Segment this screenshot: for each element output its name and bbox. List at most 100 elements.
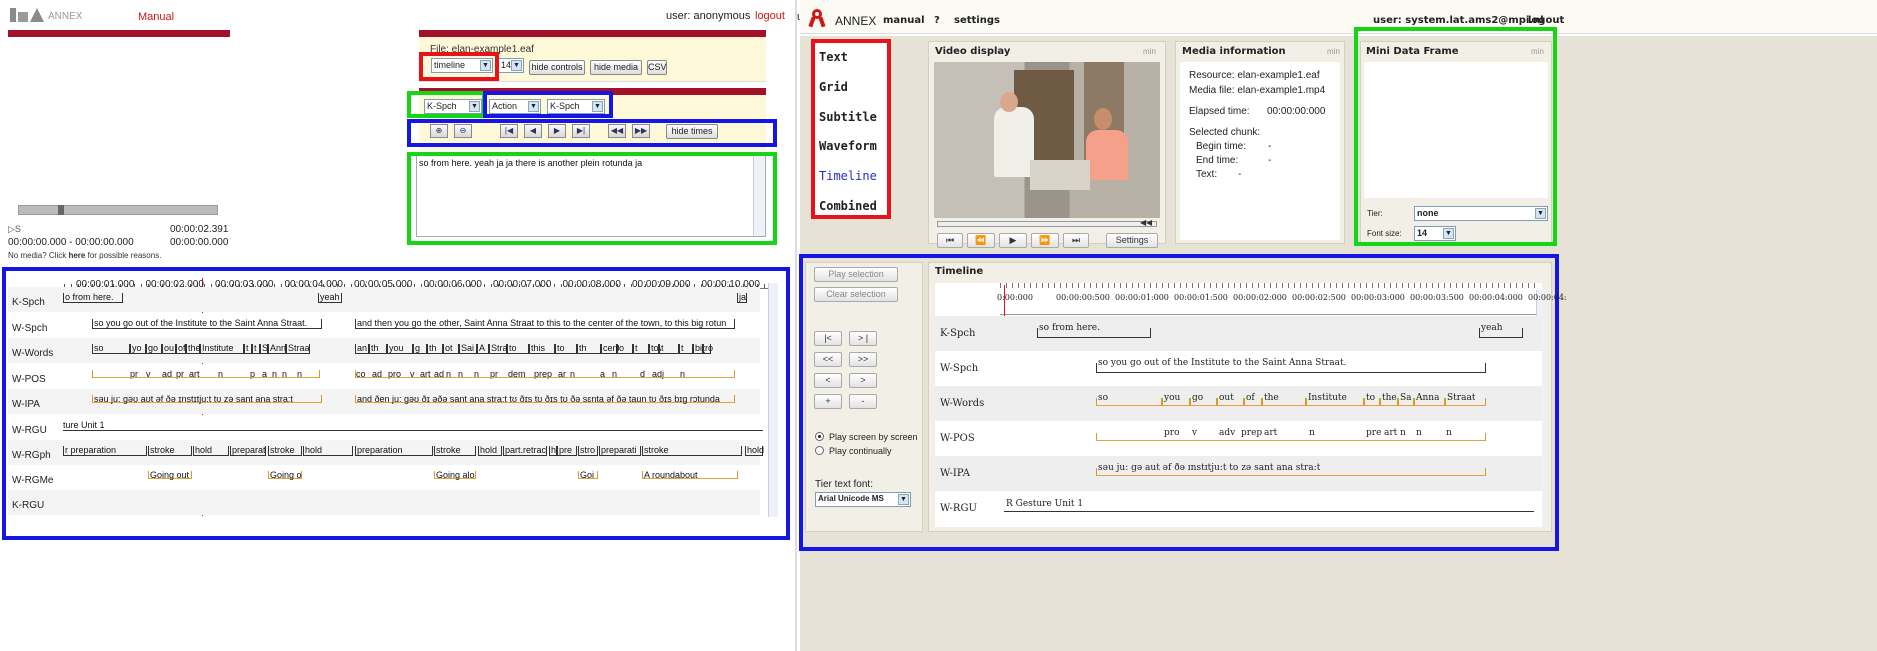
player-scrubber[interactable] [58, 205, 64, 215]
view-tab-text[interactable]: Text [819, 50, 848, 64]
annotation-text[interactable]: hold [195, 445, 212, 455]
annotation-text[interactable]: yeah [320, 292, 340, 302]
video-settings-button[interactable]: Settings [1106, 233, 1158, 248]
help-link[interactable]: ? [934, 15, 940, 26]
right-pos-text[interactable]: n [1309, 428, 1315, 438]
view-tab-waveform[interactable]: Waveform [819, 139, 877, 153]
right-annotation-text[interactable]: so [1098, 393, 1108, 403]
annotation-text[interactable]: to [509, 343, 517, 353]
right-pos-text[interactable]: n [1400, 428, 1406, 438]
annotation-text[interactable]: Sai [461, 343, 474, 353]
annotation-text[interactable]: Stra [491, 343, 508, 353]
annotation-text[interactable]: part.retrac [505, 445, 546, 455]
no-media-link[interactable]: here [68, 251, 85, 260]
right-pos-text[interactable]: n [1416, 428, 1422, 438]
annotation-text[interactable]: səu ju: gəʊ aʊt əf ðə ɪnstɪtju:t tʊ zə s… [94, 394, 293, 404]
annotation-text[interactable]: hold [305, 445, 322, 455]
annotation-text[interactable]: stroke [644, 445, 669, 455]
video-prev-button[interactable]: ⏪ [967, 233, 995, 248]
annotation-text[interactable]: th [429, 343, 437, 353]
annotation-text[interactable]: and ðen ju: gəʊ ðɪ əðə sant ana stra:t t… [357, 394, 720, 404]
nav-button[interactable]: >> [849, 352, 877, 367]
annotation-text[interactable]: t [635, 343, 638, 353]
annotation-text[interactable]: preparat [232, 445, 266, 455]
annotation-text[interactable]: so you go out of the Institute to the Sa… [94, 318, 307, 328]
video-seekbar-track[interactable] [937, 221, 1157, 227]
annotation-text[interactable]: of [178, 343, 186, 353]
annotation-text[interactable]: yo [132, 343, 142, 353]
video-min[interactable]: min [1143, 47, 1156, 56]
video-next-button[interactable]: ⏩ [1031, 233, 1059, 248]
right-annotation-text[interactable]: səu ju: gə aut əf ðə ɪnstɪtju:t to zə sa… [1098, 463, 1320, 473]
right-pos-text[interactable]: prep [1241, 428, 1262, 438]
annotation-text[interactable]: rotunde [705, 343, 713, 353]
annotation-text[interactable]: A [479, 343, 485, 353]
right-annotation-text[interactable]: so you go out of the Institute to the Sa… [1098, 358, 1346, 368]
nav-button[interactable]: - [849, 394, 877, 409]
right-rgu-text[interactable]: R Gesture Unit 1 [1006, 499, 1083, 509]
nav-button[interactable]: > | [849, 331, 877, 346]
annotation-text[interactable]: this [531, 343, 545, 353]
annotation-text[interactable]: h [551, 445, 556, 455]
annotation-text[interactable]: preparation [357, 445, 403, 455]
right-pos-bracket[interactable] [1096, 433, 1486, 441]
right-pos-text[interactable]: art [1384, 428, 1397, 438]
annotation-text[interactable]: stroke [150, 445, 175, 455]
annotation-text[interactable]: Going o [270, 470, 302, 480]
right-annotation-text[interactable]: you [1164, 393, 1180, 403]
annotation-text[interactable]: stroke [436, 445, 461, 455]
right-logout-link[interactable]: logout [1528, 15, 1564, 26]
nav-button[interactable]: < [814, 373, 842, 388]
nav-button[interactable]: > [849, 373, 877, 388]
video-last-button[interactable]: ⏭ [1063, 233, 1089, 248]
right-annotation-text[interactable]: go [1192, 393, 1203, 403]
pos-bracket[interactable] [92, 370, 320, 378]
annotation-text[interactable]: go [148, 343, 158, 353]
nav-button[interactable]: + [814, 394, 842, 409]
annotation-text[interactable]: an [357, 343, 367, 353]
annotation-text[interactable]: t [661, 343, 664, 353]
nav-button[interactable]: << [814, 352, 842, 367]
right-annotation-text[interactable]: Anna [1416, 393, 1439, 403]
right-annotation-text[interactable]: Straat [1447, 393, 1475, 403]
right-annotation-text[interactable]: the [1382, 393, 1397, 403]
right-annotation-text[interactable]: so from here. [1039, 323, 1100, 333]
volume-icon[interactable]: ◀◀ [1140, 218, 1152, 227]
annotation-text[interactable]: hold [747, 445, 764, 455]
annotation-text[interactable]: Institute [202, 343, 234, 353]
annotation-text[interactable]: stro [580, 445, 595, 455]
annotation-text[interactable]: Goi [580, 470, 594, 480]
annotation-text[interactable]: o from here. [65, 292, 114, 302]
settings-link[interactable]: settings [954, 15, 1000, 26]
annotation-text[interactable]: so [94, 343, 104, 353]
hide-media-button[interactable]: hide media [590, 60, 642, 75]
right-pos-text[interactable]: pro [1164, 428, 1179, 438]
annotation-text[interactable]: to [557, 343, 565, 353]
right-pos-text[interactable]: v [1192, 428, 1197, 438]
annotation-text[interactable]: pre [559, 445, 572, 455]
hide-controls-button[interactable]: hide controls [529, 60, 585, 75]
nav-button[interactable]: |< [814, 331, 842, 346]
annotation-text[interactable]: Straa [288, 343, 310, 353]
video-first-button[interactable]: ⏮ [937, 233, 963, 248]
annotation-text[interactable]: t [681, 343, 684, 353]
pos-bracket[interactable] [355, 370, 735, 378]
player-controls[interactable] [18, 205, 218, 215]
annotation-text[interactable]: you [389, 343, 404, 353]
logout-link[interactable]: logout [755, 10, 785, 22]
annotation-text[interactable]: hold [480, 445, 497, 455]
rgu-text[interactable]: ture Unit 1 [63, 420, 105, 430]
size-select[interactable]: 14 ▼ [498, 58, 524, 73]
right-pos-text[interactable]: adv [1219, 428, 1235, 438]
right-annotation-text[interactable]: yeah [1481, 323, 1503, 333]
right-annotation-text[interactable]: Institute [1308, 393, 1347, 403]
annotation-text[interactable]: Ann [270, 343, 286, 353]
annotation-text[interactable]: th [371, 343, 379, 353]
annotation-text[interactable]: and then you go the other, Saint Anna St… [357, 318, 726, 328]
right-pos-text[interactable]: art [1264, 428, 1277, 438]
annotation-text[interactable]: ot [445, 343, 453, 353]
annotation-text[interactable]: o [619, 343, 624, 353]
view-tab-combined[interactable]: Combined [819, 199, 877, 213]
annotation-text[interactable]: t [246, 343, 249, 353]
annotation-text[interactable]: Going alo [436, 470, 475, 480]
